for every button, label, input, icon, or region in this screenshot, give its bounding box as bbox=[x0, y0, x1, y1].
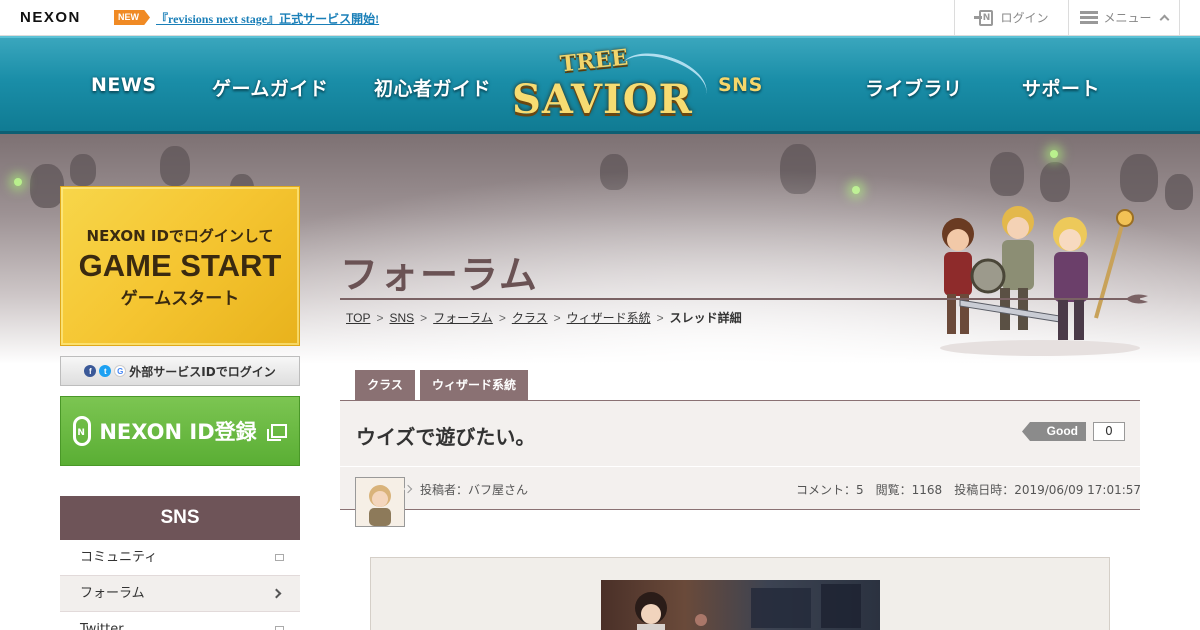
thread-title: ウイズで遊びたい。 bbox=[356, 425, 536, 449]
view-count: 閲覧：1168 bbox=[875, 483, 943, 497]
title-divider bbox=[340, 298, 1140, 300]
login-label: ログイン bbox=[1000, 11, 1049, 25]
nexon-n-icon bbox=[73, 416, 92, 446]
breadcrumb-sns[interactable]: SNS bbox=[389, 311, 414, 325]
avatar-image bbox=[356, 478, 404, 526]
breadcrumb-separator: > bbox=[376, 310, 384, 325]
login-button[interactable]: N ログイン bbox=[954, 0, 1068, 35]
nav-game-guide[interactable]: ゲームガイド bbox=[212, 74, 328, 101]
logo-text-savior: SAVIOR bbox=[512, 76, 693, 123]
external-window-icon bbox=[266, 424, 287, 441]
menu-label: メニュー bbox=[1103, 11, 1152, 25]
nexon-id-register-button[interactable]: NEXON ID登録 bbox=[60, 396, 300, 466]
game-start-button[interactable]: NEXON IDでログインして GAME START ゲームスタート bbox=[60, 186, 300, 346]
nexon-register-label: NEXON ID登録 bbox=[99, 420, 257, 444]
tab-wizard[interactable]: ウィザード系統 bbox=[420, 370, 528, 401]
good-count: 0 bbox=[1093, 422, 1125, 441]
announcement-link[interactable]: 『revisions next stage』正式サービス開始! bbox=[156, 10, 379, 27]
breadcrumb-separator: > bbox=[420, 310, 428, 325]
nav-beginner-guide[interactable]: 初心者ガイド bbox=[374, 74, 491, 101]
breadcrumb-separator: > bbox=[553, 310, 561, 325]
breadcrumb-current: スレッド詳細 bbox=[669, 311, 742, 325]
sidebar-item-label: フォーラム bbox=[80, 586, 145, 601]
twitter-icon: t bbox=[99, 365, 112, 377]
nav-support[interactable]: サポート bbox=[1022, 74, 1100, 101]
sidebar-item-community[interactable]: コミュニティ bbox=[60, 540, 300, 576]
good-label: Good bbox=[1046, 424, 1078, 438]
nexon-logo[interactable]: NEXON bbox=[20, 9, 81, 26]
character-illustration bbox=[940, 206, 1140, 356]
chevron-right-icon bbox=[271, 588, 282, 599]
posted-date: 投稿日時：2019/06/09 17:01:57 bbox=[954, 483, 1142, 497]
breadcrumb: TOP > SNS > フォーラム > クラス > ウィザード系統 > スレッド… bbox=[346, 309, 742, 326]
hamburger-menu-icon bbox=[1080, 11, 1099, 24]
comment-count: コメント：5 bbox=[796, 483, 864, 497]
breadcrumb-separator: > bbox=[656, 310, 664, 325]
new-badge: NEW bbox=[114, 10, 150, 25]
page-title: フォーラム bbox=[340, 253, 539, 297]
external-link-icon bbox=[275, 554, 284, 561]
sidebar-item-forum[interactable]: フォーラム bbox=[60, 576, 300, 612]
breadcrumb-wizard[interactable]: ウィザード系統 bbox=[567, 309, 651, 326]
post-image[interactable] bbox=[601, 580, 880, 630]
main-nav: NEWS ゲームガイド 初心者ガイド TREE SAVIOR SNS ライブラリ… bbox=[0, 36, 1200, 134]
chevron-up-icon bbox=[1159, 14, 1169, 25]
nav-news[interactable]: NEWS bbox=[91, 74, 157, 96]
login-icon: N bbox=[974, 9, 994, 26]
thread-meta: コメント：5 閲覧：1168 投稿日時：2019/06/09 17:01:57 bbox=[796, 481, 1141, 498]
breadcrumb-top[interactable]: TOP bbox=[346, 311, 370, 325]
sidebar-item-label: Twitter bbox=[80, 622, 124, 630]
avatar[interactable] bbox=[355, 477, 405, 527]
tree-of-savior-logo[interactable]: TREE SAVIOR bbox=[508, 43, 714, 132]
google-icon: G bbox=[114, 365, 127, 377]
nav-library[interactable]: ライブラリ bbox=[865, 74, 963, 101]
sidebar-item-label: コミュニティ bbox=[80, 550, 158, 565]
sidebar-heading-sns: SNS bbox=[60, 496, 300, 540]
external-login-button[interactable]: f t G 外部サービスIDでログイン bbox=[60, 356, 300, 386]
top-bar: NEXON NEW 『revisions next stage』正式サービス開始… bbox=[0, 0, 1200, 36]
game-start-line3: ゲームスタート bbox=[120, 289, 240, 309]
breadcrumb-separator: > bbox=[498, 310, 506, 325]
menu-button[interactable]: メニュー bbox=[1068, 0, 1180, 35]
poster-name: 投稿者：バフ屋さん bbox=[420, 483, 529, 497]
facebook-icon: f bbox=[84, 365, 97, 377]
tab-class[interactable]: クラス bbox=[355, 370, 415, 401]
breadcrumb-forum[interactable]: フォーラム bbox=[433, 309, 493, 326]
nav-sns[interactable]: SNS bbox=[718, 74, 763, 96]
breadcrumb-class[interactable]: クラス bbox=[512, 309, 548, 326]
external-link-icon bbox=[275, 626, 284, 630]
game-start-line2: GAME START bbox=[78, 248, 282, 283]
leaf-ornament-icon bbox=[1126, 294, 1148, 304]
external-login-label: 外部サービスIDでログイン bbox=[129, 364, 276, 379]
thread-divider bbox=[340, 466, 1140, 467]
sidebar-item-twitter[interactable]: Twitter bbox=[60, 612, 300, 630]
game-start-line1: NEXON IDでログインして bbox=[86, 227, 274, 245]
good-button[interactable]: Good bbox=[1022, 422, 1086, 441]
